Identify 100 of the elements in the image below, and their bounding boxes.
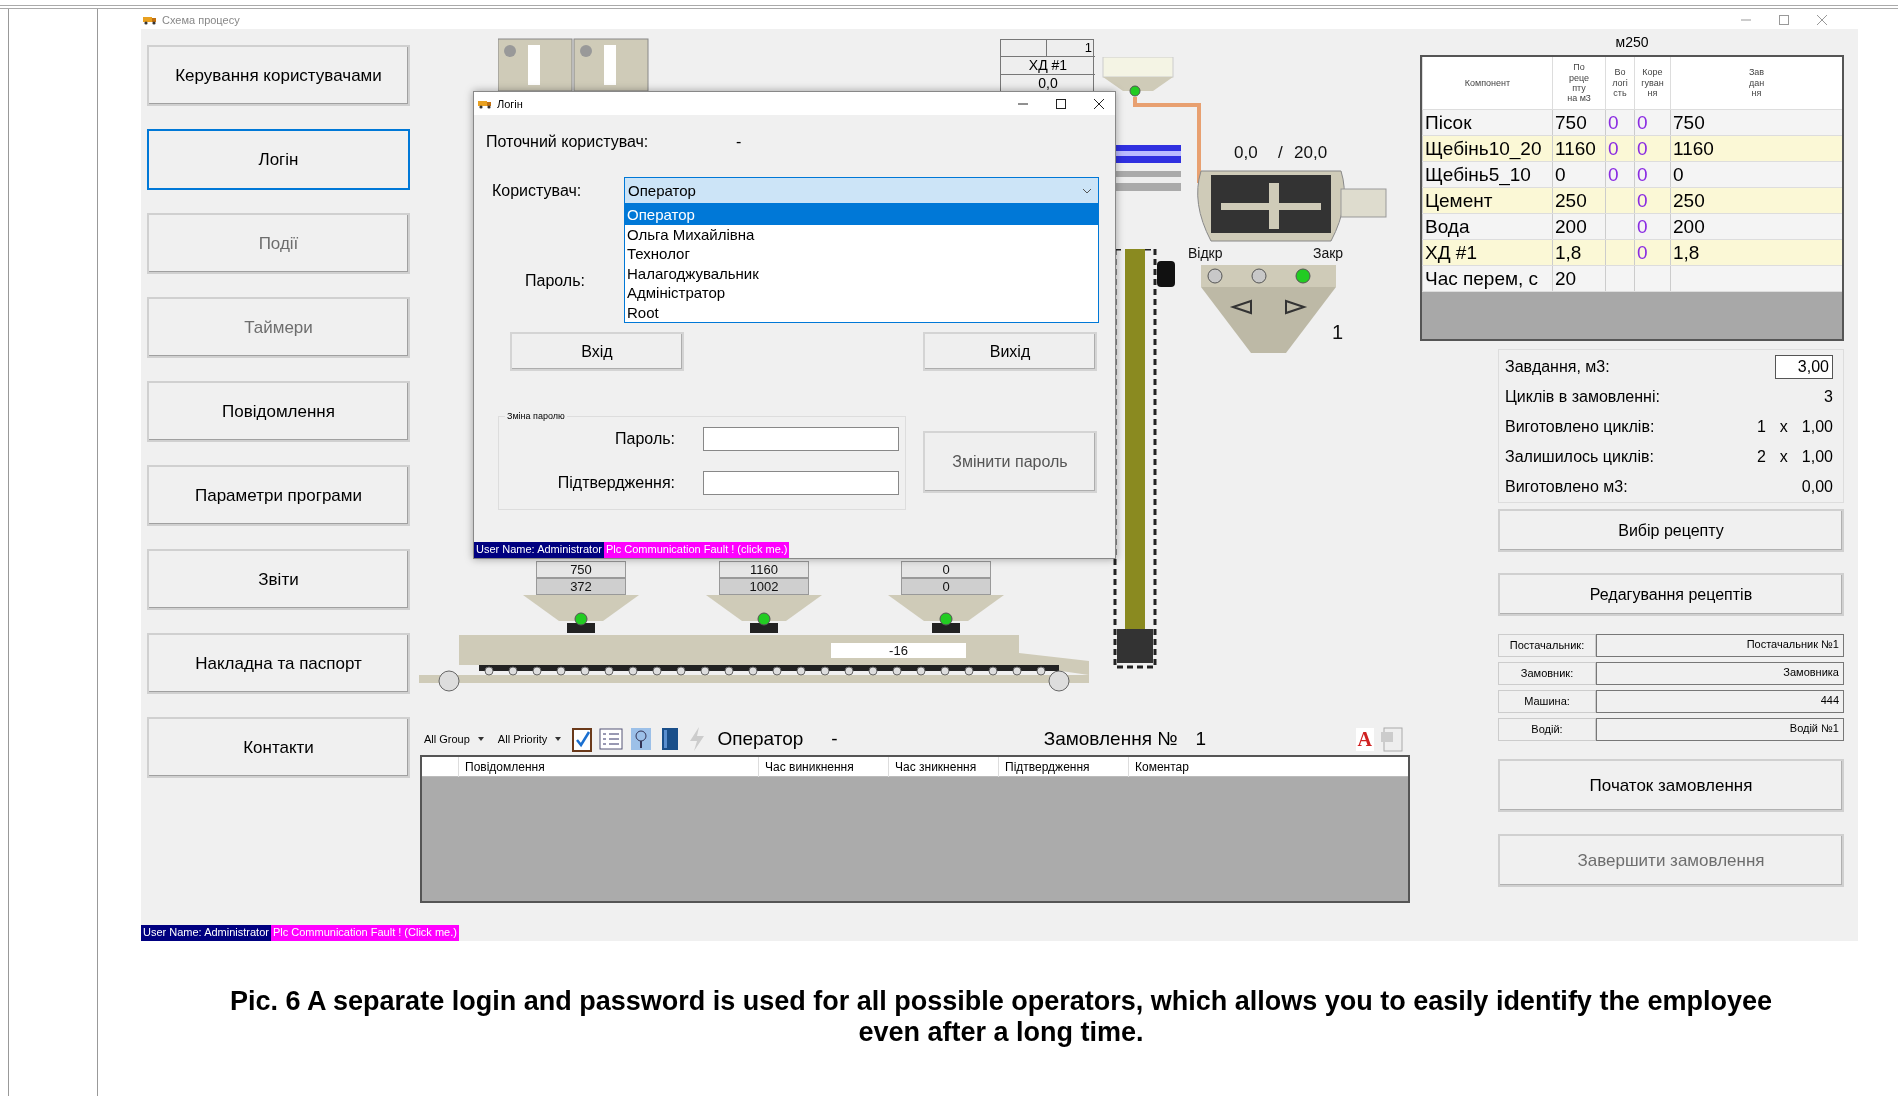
table-cell: 0 <box>1605 136 1634 161</box>
bin-target: 1160 <box>719 561 809 578</box>
operator-value: - <box>831 728 838 750</box>
table-cell: 0 <box>1634 162 1670 187</box>
batch-counter: 1 <box>1332 321 1344 344</box>
table-cell-text: 0,0 <box>1037 75 1059 92</box>
table-cell: ХД #1 <box>1001 57 1095 75</box>
maximize-icon[interactable] <box>1055 97 1067 110</box>
nav-button[interactable]: Звіти <box>147 549 410 610</box>
field-value: Водій №1 <box>1596 718 1844 741</box>
table-cell: 250 <box>1552 188 1605 213</box>
order-label: Замовлення № <box>1043 728 1178 750</box>
table-cell: 0 <box>1552 162 1605 187</box>
order-button[interactable]: Початок замовлення <box>1498 759 1844 812</box>
table-cell: 20 <box>1552 266 1605 291</box>
recipe-button[interactable]: Редагування рецептів <box>1498 573 1844 616</box>
password-label: Пароль: <box>615 430 675 448</box>
stat-value: x <box>1779 448 1788 466</box>
open-label: Відкр <box>1186 245 1225 261</box>
close-icon[interactable] <box>1093 97 1105 110</box>
nav-button[interactable]: Накладна та паспорт <box>147 633 410 694</box>
table-cell: 0 <box>1605 110 1634 135</box>
nav-button[interactable]: Контакти <box>147 717 410 778</box>
current-user-label: Поточний користувач: <box>486 133 650 151</box>
field-label: Замовник: <box>1498 662 1596 685</box>
stat-value: 2 <box>1756 448 1766 466</box>
bin-target: 750 <box>536 561 626 578</box>
table-cell: 0 <box>1670 162 1842 187</box>
mixer-target: 20,0 <box>1294 143 1328 163</box>
recipe-button[interactable]: Вибір рецепту <box>1498 509 1844 552</box>
stat-label: Циклів в замовленні: <box>1505 388 1660 406</box>
column-header: Зав дан ня <box>1670 57 1842 109</box>
user-dropdown[interactable]: Оператор <box>624 177 1099 204</box>
table-cell: 250 <box>1670 188 1842 213</box>
dialog-title: Логін <box>497 97 523 110</box>
table-cell: 0 <box>1605 162 1634 187</box>
chevron-icon <box>1082 187 1092 194</box>
truck-icon <box>143 15 157 25</box>
table-cell: 1 <box>1047 40 1095 57</box>
figure-caption: Pic. 6 A separate login and password is used for all possible operators, which allows you to easily identify the employee even after a long time. <box>229 986 1773 1049</box>
font-icon[interactable]: A <box>1355 727 1374 751</box>
status-user: User Name: Administrator <box>474 542 604 558</box>
nav-button[interactable]: Параметри програми <box>147 465 410 526</box>
caret-icon <box>477 737 484 741</box>
stat-label: Залишилось циклів: <box>1505 448 1654 466</box>
volume-field[interactable]: 3,00 <box>1775 355 1833 379</box>
change-password-button[interactable]: Змінити пароль <box>923 431 1097 493</box>
stat-value: x <box>1779 418 1788 436</box>
password-field[interactable] <box>703 427 899 451</box>
stat-label: Виготовлено циклів: <box>1505 418 1655 436</box>
clipboard-check-icon[interactable] <box>571 726 594 752</box>
column-header: Коментар <box>1128 757 1408 777</box>
column-header: Коре гуван ня <box>1634 57 1670 109</box>
table-cell: 750 <box>1670 110 1842 135</box>
nav-button[interactable]: Логін <box>147 129 410 190</box>
priority-filter[interactable]: All Priority <box>493 729 566 749</box>
table-cell: ХД #1 <box>1422 240 1552 265</box>
table-cell: 200 <box>1552 214 1605 239</box>
column-header: Компонент <box>1422 57 1552 109</box>
stat-label: Завдання, м3: <box>1505 358 1610 376</box>
stat-value: 0,00 <box>1801 478 1833 496</box>
field-value: Замовника <box>1596 662 1844 685</box>
table-cell: Щебінь5_10 <box>1422 162 1552 187</box>
window-title: Схема процесу <box>162 14 240 26</box>
bin-actual: 0 <box>901 578 991 595</box>
table-cell: 1160 <box>1552 136 1605 161</box>
field-label: Машина: <box>1498 690 1596 713</box>
column-header: Час зникнення <box>888 757 998 777</box>
group-filter[interactable]: All Group <box>420 729 488 749</box>
table-cell: 750 <box>1552 110 1605 135</box>
column-header: Во логі сть <box>1605 57 1634 109</box>
table-cell: 1,8 <box>1552 240 1605 265</box>
table-cell: Пісок <box>1422 110 1552 135</box>
close-label: Закр <box>1311 245 1346 261</box>
field-value: Постачальник №1 <box>1596 634 1844 657</box>
table-cell: 1160 <box>1670 136 1842 161</box>
table-cell: Вода <box>1422 214 1552 239</box>
caret-icon <box>555 737 562 741</box>
column-header: Час виникнення <box>758 757 888 777</box>
field-value: 444 <box>1596 690 1844 713</box>
recipe-name: м250 <box>1614 33 1650 52</box>
column-header: По реце пту на м3 <box>1552 57 1605 109</box>
confirm-field[interactable] <box>703 471 899 495</box>
operator-label: Оператор <box>717 728 804 750</box>
field-label: Водій: <box>1498 718 1596 741</box>
nav-button[interactable]: Керування користувачами <box>147 45 410 106</box>
dropdown-option[interactable]: Оператор <box>625 205 1098 225</box>
group-title: Зміна паролю <box>506 411 566 421</box>
exit-button[interactable]: Вихід <box>923 332 1097 371</box>
login-button[interactable]: Вхід <box>510 332 684 371</box>
checklist-icon[interactable] <box>599 728 624 750</box>
table-cell: Час перем, с <box>1422 266 1552 291</box>
table-cell: 200 <box>1670 214 1842 239</box>
stat-label: Виготовлено м3: <box>1505 478 1628 496</box>
truck-icon <box>478 98 492 109</box>
nav-button[interactable]: Повідомлення <box>147 381 410 442</box>
separator: / <box>1278 143 1283 163</box>
bin-actual: 1002 <box>719 578 809 595</box>
table-cell: Цемент <box>1422 188 1552 213</box>
user-label: Користувач: <box>492 181 583 200</box>
